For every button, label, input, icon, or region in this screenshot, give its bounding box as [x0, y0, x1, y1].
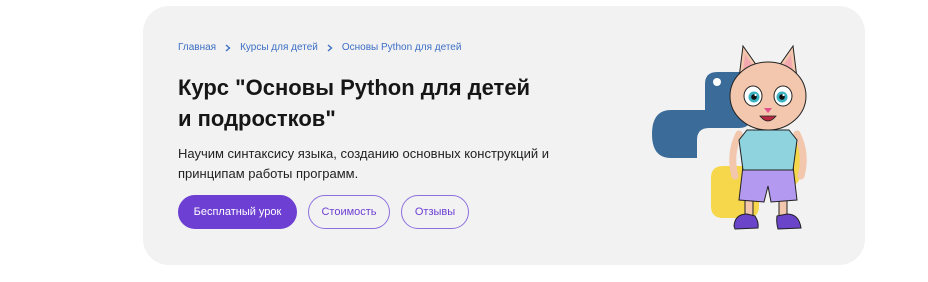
chevron-right-icon: [225, 43, 231, 52]
page-subtitle: Научим синтаксису языка, созданию основн…: [178, 146, 550, 181]
free-lesson-button[interactable]: Бесплатный урок: [178, 195, 297, 229]
hero-card: Главная Курсы для детей Основы Python дл…: [143, 6, 865, 265]
breadcrumb: Главная Курсы для детей Основы Python дл…: [178, 42, 461, 53]
page-title: Курс "Основы Python для детей и подростк…: [178, 75, 531, 131]
hero-actions: Бесплатный урок Стоимость Отзывы: [178, 195, 480, 229]
breadcrumb-home[interactable]: Главная: [178, 42, 216, 53]
price-button[interactable]: Стоимость: [308, 195, 390, 229]
breadcrumb-current: Основы Python для детей: [341, 42, 462, 53]
reviews-button[interactable]: Отзывы: [401, 195, 469, 229]
chevron-right-icon: [327, 43, 333, 52]
breadcrumb-courses[interactable]: Курсы для детей: [240, 42, 318, 53]
python-cat-mascot-illustration: [652, 44, 807, 230]
